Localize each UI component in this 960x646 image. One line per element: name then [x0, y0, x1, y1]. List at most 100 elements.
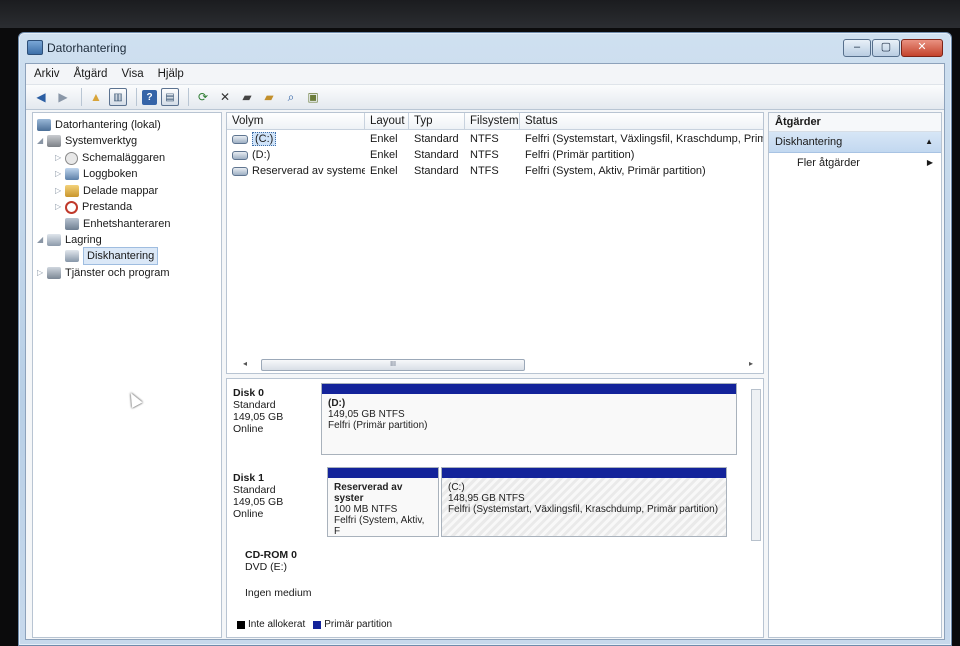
tree-item-services[interactable]: ▷ Tjänster och program: [37, 265, 170, 281]
collapse-arrow-icon[interactable]: ◢: [37, 232, 47, 248]
vertical-scrollbar[interactable]: [751, 389, 761, 541]
minimize-button[interactable]: –: [843, 39, 871, 57]
scroll-thumb[interactable]: III: [261, 359, 525, 371]
help-icon[interactable]: ?: [142, 89, 157, 105]
maximize-button[interactable]: ▢: [872, 39, 900, 57]
disk0-label[interactable]: Disk 0 Standard 149,05 GB Online: [233, 387, 315, 435]
tree-item-shared-folders[interactable]: ▷ Delade mappar: [55, 183, 158, 199]
cdrom-name: CD-ROM 0: [245, 549, 297, 561]
tree-item-label: Tjänster och program: [65, 267, 170, 279]
window-title: Datorhantering: [47, 41, 127, 55]
tree-item-label: Delade mappar: [83, 185, 159, 197]
table-row[interactable]: (D:) Enkel Standard NTFS Felfri (Primär …: [227, 147, 763, 163]
refresh-icon[interactable]: ⟳: [194, 88, 212, 106]
expand-arrow-icon[interactable]: ▷: [37, 265, 47, 281]
column-layout[interactable]: Layout: [365, 113, 409, 129]
delete-icon[interactable]: ✕: [216, 88, 234, 106]
partition-name: (C:): [448, 482, 465, 493]
column-volym[interactable]: Volym: [227, 113, 365, 129]
status-cell: Felfri (Primär partition): [525, 149, 635, 161]
tree-item-label: Prestanda: [82, 201, 133, 213]
open-folder-icon[interactable]: ▰: [260, 88, 278, 106]
filesystem-cell: NTFS: [470, 133, 499, 145]
back-icon[interactable]: ◀: [32, 88, 50, 106]
tree-item-disk-management[interactable]: Diskhantering: [65, 247, 159, 265]
column-status[interactable]: Status: [520, 113, 763, 129]
menu-hjalp[interactable]: Hjälp: [158, 68, 184, 80]
tree-item-root[interactable]: Datorhantering (lokal): [37, 117, 161, 133]
disk0-state: Online: [233, 423, 264, 435]
layout-cell: Enkel: [370, 165, 398, 177]
volume-name-cell: (C:): [227, 131, 365, 147]
cdrom-type: DVD (E:): [245, 561, 287, 573]
properties-icon[interactable]: ▤: [161, 88, 179, 106]
tree-item-scheduler[interactable]: ▷ Schemaläggaren: [55, 150, 165, 166]
scroll-right-icon[interactable]: ▸: [749, 359, 753, 368]
menu-atgard[interactable]: Åtgärd: [74, 68, 108, 80]
actions-header: Åtgärder: [769, 113, 941, 132]
primary-swatch: [313, 620, 322, 629]
clock-icon: [65, 151, 78, 165]
status-cell: Felfri (Systemstart, Växlingsfil, Krasch…: [525, 133, 763, 145]
menu-visa[interactable]: Visa: [121, 68, 143, 80]
expand-arrow-icon[interactable]: ▷: [55, 150, 65, 166]
primary-partition-bar: [322, 384, 736, 394]
horizontal-scrollbar[interactable]: ◂ III ▸: [239, 359, 759, 371]
menu-arkiv[interactable]: Arkiv: [34, 68, 60, 80]
event-log-icon: [65, 168, 79, 180]
shared-folder-icon: [65, 185, 79, 197]
partition-name: (D:): [328, 398, 346, 409]
collapse-up-icon[interactable]: ▲: [925, 132, 933, 152]
cdrom-label[interactable]: CD-ROM 0 DVD (E:) Ingen medium: [245, 549, 331, 599]
actions-section-diskhantering[interactable]: Diskhantering ▲: [769, 132, 941, 153]
tree-item-eventlog[interactable]: ▷ Loggboken: [55, 166, 137, 182]
tree-item-storage[interactable]: ◢ Lagring: [37, 232, 102, 248]
window-controls: – ▢ ✕: [842, 39, 943, 57]
column-filsystem[interactable]: Filsystem: [465, 113, 520, 129]
partition-status: Felfri (Systemstart, Växlingsfil, Krasch…: [448, 504, 719, 515]
type-cell: Standard: [414, 149, 459, 161]
disk1-label[interactable]: Disk 1 Standard 149,05 GB Online: [233, 472, 315, 520]
close-button[interactable]: ✕: [901, 39, 943, 57]
disk0-partition-d[interactable]: (D:) 149,05 GB NTFS Felfri (Primär parti…: [321, 383, 737, 455]
table-row[interactable]: Reserverad av systemet Enkel Standard NT…: [227, 163, 763, 179]
expand-arrow-icon[interactable]: ▷: [55, 166, 65, 182]
tree-item-performance[interactable]: ▷ Prestanda: [55, 199, 132, 215]
column-typ[interactable]: Typ: [409, 113, 465, 129]
more-actions[interactable]: Fler åtgärder ▶: [769, 153, 941, 173]
show-tree-icon[interactable]: ▥: [109, 88, 127, 106]
disk-icon[interactable]: ▣: [304, 88, 322, 106]
volume-icon: [232, 150, 248, 160]
up-icon[interactable]: ▲: [87, 88, 105, 106]
performance-icon: [65, 200, 78, 214]
disk1-partition-c[interactable]: (C:) 148,95 GB NTFS Felfri (Systemstart,…: [441, 467, 727, 537]
disk0-name: Disk 0: [233, 387, 264, 399]
client-area: Arkiv Åtgärd Visa Hjälp ◀ ▶ ▲ ▥ ? ▤ ⟳ ✕ …: [25, 63, 945, 640]
disk1-partition-reserved[interactable]: Reserverad av syster 100 MB NTFS Felfri …: [327, 467, 439, 537]
volume-icon: [232, 166, 248, 176]
tree-item-device-manager[interactable]: Enhetshanteraren: [65, 216, 170, 232]
tree-item-system-tools[interactable]: ◢ Systemverktyg: [37, 133, 137, 149]
volume-name-cell: (D:): [227, 147, 365, 163]
legend-primary: Primär partition: [324, 619, 393, 630]
search-icon[interactable]: ⌕: [282, 88, 300, 106]
status-cell: Felfri (System, Aktiv, Primär partition): [525, 165, 706, 177]
forward-icon[interactable]: ▶: [54, 88, 72, 106]
expand-arrow-icon[interactable]: ▷: [55, 199, 65, 215]
computer-management-icon: [27, 40, 43, 55]
tree-item-label: Loggboken: [83, 168, 138, 180]
disk0-size: 149,05 GB: [233, 411, 284, 423]
tree-item-label: Enhetshanteraren: [83, 218, 171, 230]
submenu-arrow-icon: ▶: [926, 158, 933, 167]
title-bar[interactable]: Datorhantering – ▢ ✕: [19, 33, 951, 61]
scroll-left-icon[interactable]: ◂: [243, 359, 247, 368]
table-row[interactable]: (C:) Enkel Standard NTFS Felfri (Systems…: [227, 131, 763, 147]
disk0-type: Standard: [233, 399, 276, 411]
volume-icon: [232, 134, 248, 144]
collapse-arrow-icon[interactable]: ◢: [37, 133, 47, 149]
monitor-bezel-top: [0, 0, 960, 28]
volume-list: Volym Layout Typ Filsystem Status (C:) E…: [226, 112, 764, 374]
settings-icon[interactable]: ▰: [238, 88, 256, 106]
expand-arrow-icon[interactable]: ▷: [55, 183, 65, 199]
volume-name: (D:): [252, 149, 271, 161]
